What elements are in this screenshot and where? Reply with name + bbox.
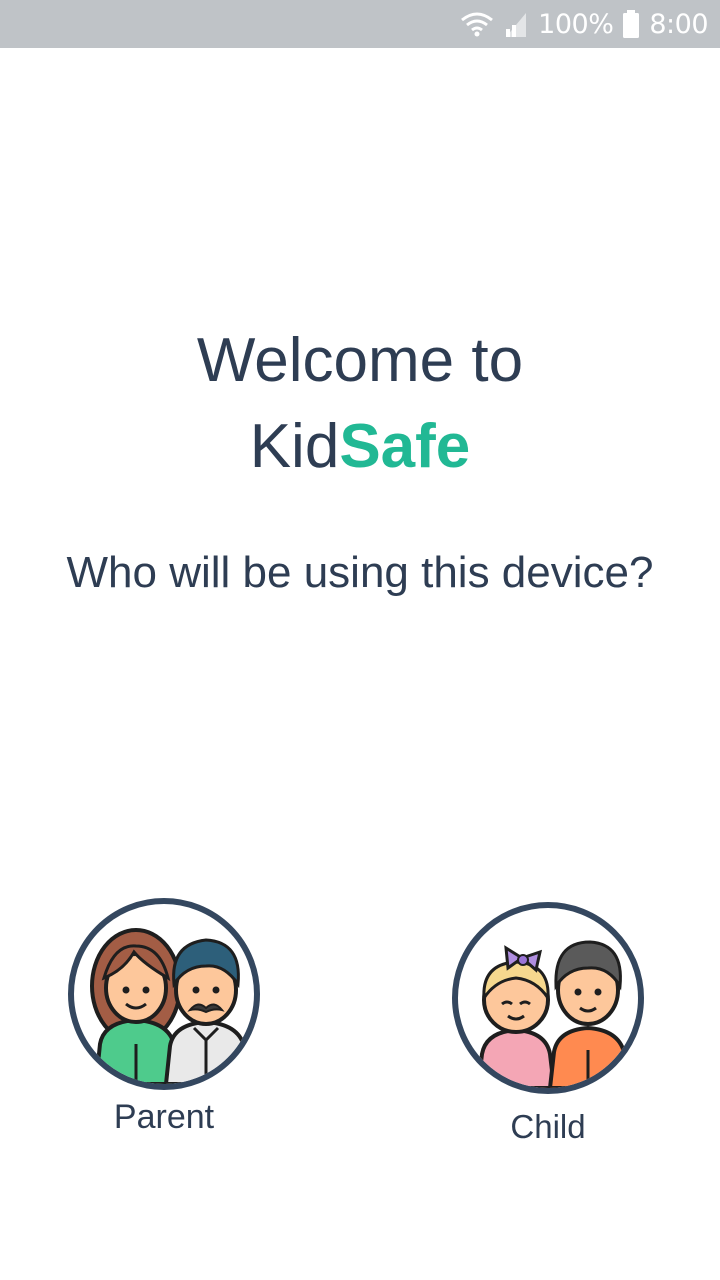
child-label[interactable]: Child <box>448 1108 648 1146</box>
children-avatar-icon[interactable] <box>452 902 644 1094</box>
welcome-heading: Welcome to KidSafe <box>0 318 720 490</box>
brand-kid: Kid <box>249 412 340 481</box>
clock-time: 8:00 <box>649 8 708 40</box>
parent-option-button[interactable]: Parent <box>64 898 264 1137</box>
brand-safe: Safe <box>339 412 471 481</box>
wifi-icon <box>460 11 494 37</box>
parent-label[interactable]: Parent <box>64 1098 264 1137</box>
signal-icon <box>504 11 528 37</box>
app-brand: KidSafe <box>0 404 720 490</box>
status-bar: 100% 8:00 <box>0 0 720 48</box>
battery-icon <box>623 10 640 38</box>
parents-avatar-icon[interactable] <box>68 898 260 1090</box>
welcome-line: Welcome to <box>196 326 524 395</box>
child-option-button[interactable]: Child <box>448 902 648 1146</box>
device-user-question: Who will be using this device? <box>66 548 654 597</box>
battery-percent: 100% <box>538 8 614 40</box>
